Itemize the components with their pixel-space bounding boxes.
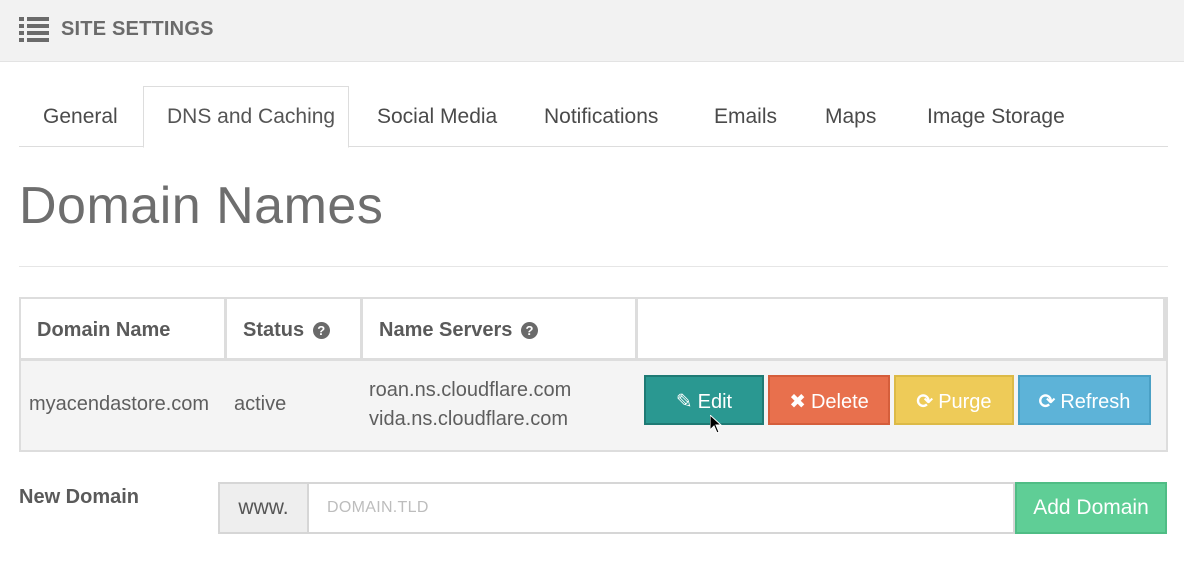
tab-general[interactable]: General	[43, 86, 118, 147]
add-domain-button[interactable]: Add Domain	[1015, 482, 1167, 534]
help-icon[interactable]: ?	[312, 322, 330, 339]
table-row: myacendastore.com active roan.ns.cloudfl…	[21, 361, 1166, 450]
settings-tabs: General DNS and Caching Social Media Not…	[19, 86, 1168, 148]
column-header-name-servers: Name Servers ?	[363, 299, 638, 360]
page-header-title: SITE SETTINGS	[61, 18, 214, 40]
edit-button[interactable]: ✎ Edit	[644, 375, 764, 425]
tab-social-media[interactable]: Social Media	[377, 86, 497, 147]
refresh-button[interactable]: ⟳ Refresh	[1018, 375, 1151, 425]
mouse-cursor-icon	[710, 415, 722, 434]
domain-name-cell: myacendastore.com	[29, 393, 210, 415]
delete-button[interactable]: ✖ Delete	[768, 375, 890, 425]
status-cell: active	[234, 393, 287, 415]
column-header-status: Status ?	[227, 299, 363, 360]
www-prefix: www.	[218, 482, 309, 534]
close-icon: ✖	[789, 391, 806, 413]
pencil-icon: ✎	[675, 391, 693, 413]
tab-image-storage[interactable]: Image Storage	[927, 86, 1065, 147]
help-icon[interactable]: ?	[521, 322, 538, 339]
tab-notifications[interactable]: Notifications	[544, 86, 658, 147]
purge-button[interactable]: ⟳ Purge	[894, 375, 1014, 425]
column-header-domain-name: Domain Name	[21, 299, 227, 360]
top-bar: SITE SETTINGS	[0, 0, 1184, 62]
new-domain-label: New Domain	[19, 486, 140, 508]
section-title: Domain Names	[19, 177, 384, 235]
list-icon[interactable]	[19, 17, 49, 43]
name-server-1: roan.ns.cloudflare.com	[369, 379, 572, 401]
tab-emails[interactable]: Emails	[714, 86, 777, 147]
refresh-icon: ⟳	[1038, 391, 1056, 413]
name-server-2: vida.ns.cloudflare.com	[369, 408, 568, 430]
column-header-actions	[638, 299, 1166, 360]
divider	[19, 266, 1168, 267]
tab-maps[interactable]: Maps	[825, 86, 876, 147]
refresh-icon: ⟳	[916, 391, 934, 413]
domains-table: Domain Name Status ? Name Servers ? myac…	[19, 297, 1168, 452]
domain-input[interactable]	[308, 482, 1015, 534]
tab-dns-and-caching[interactable]: DNS and Caching	[143, 86, 349, 148]
